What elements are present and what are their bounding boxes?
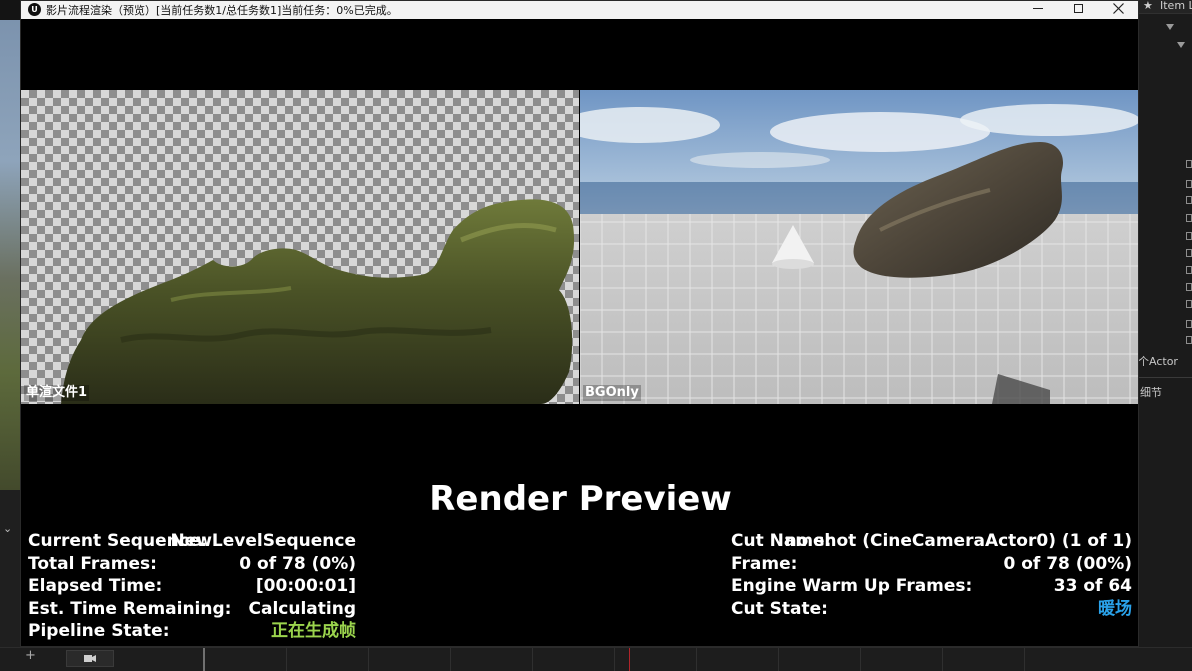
stat-label: Engine Warm Up Frames: [731,576,973,596]
actor-icon [1186,320,1192,328]
timeline-tick [1024,648,1025,671]
outliner-column-label[interactable]: Item L [1160,0,1192,12]
actor-icon [1186,300,1192,308]
cut-state-value: 暖场 [1098,598,1132,619]
actor-icon [1186,249,1192,257]
star-icon[interactable]: ★ [1143,0,1153,12]
stat-label: Pipeline State: [28,621,170,641]
preview-pane-render-layer: 单渲文件1 [21,90,579,404]
actor-icon [1186,336,1192,344]
stat-value: NewLevelSequence [170,531,356,551]
pane-label: BGOnly [583,385,641,401]
timeline-tick [614,648,615,671]
timeline-tick [942,648,943,671]
window-title: 影片流程渲染（预览）[当前任务数1/总任务数1]当前任务：0%已完成。 [46,4,398,17]
timeline-tick [860,648,861,671]
timeline-marker[interactable] [203,648,205,671]
expand-arrow-icon[interactable] [1166,24,1174,30]
preview-pane-bgonly: BGOnly [580,90,1138,404]
editor-left-strip [0,490,22,671]
stat-row: Pipeline State: 正在生成帧 [28,620,356,643]
stat-value: 0 of 78 (00%) [1003,553,1132,574]
outliner-panel [1138,0,1192,671]
stat-label: Elapsed Time: [28,576,163,596]
scene-render-image [580,90,1138,404]
stat-value: 0 of 78 (0%) [239,553,356,574]
actor-icon [1186,232,1192,240]
add-track-icon[interactable]: + [25,648,36,663]
unreal-logo-icon: U [28,3,41,16]
timeline-tick [368,648,369,671]
stat-row: Current Sequence: NewLevelSequence [28,530,356,553]
stat-row: Cut State: 暖场 [731,598,1132,621]
actor-icon [1186,214,1192,222]
pipeline-state-value: 正在生成帧 [271,621,356,641]
stat-row: Cut Name: no shot (CineCameraActor0) (1 … [731,530,1132,553]
camera-icon [84,655,96,662]
stat-row: Engine Warm Up Frames: 33 of 64 [731,575,1132,598]
rock-render-image [61,199,575,404]
pane-label: 单渲文件1 [24,385,90,401]
stat-row: Elapsed Time: [00:00:01] [28,575,356,598]
stat-row: Frame: 0 of 78 (00%) [731,553,1132,576]
close-icon [1112,2,1124,14]
left-stats: Current Sequence: NewLevelSequence Total… [28,530,356,643]
stat-label: Cut State: [731,598,828,619]
camera-button[interactable] [66,650,114,667]
desktop: ⌄ ★ Item L 个Actor 细节 + U 影片流程渲染（预览）[当前任务… [0,0,1192,671]
timeline-tick [532,648,533,671]
stat-value: no shot (CineCameraActor0) (1 of 1) [784,531,1132,551]
actor-icon [1186,266,1192,274]
timeline-tick [286,648,287,671]
stat-value: 33 of 64 [1053,576,1132,596]
stat-row: Est. Time Remaining: Calculating [28,598,356,621]
expand-arrow-icon[interactable] [1177,42,1185,48]
minimize-button[interactable] [1018,1,1058,15]
actor-icon [1186,160,1192,168]
stat-value: Calculating [248,598,356,619]
maximize-icon [1073,3,1083,13]
details-tab[interactable]: 细节 [1140,384,1162,400]
stat-row: Total Frames: 0 of 78 (0%) [28,553,356,576]
editor-viewport-edge [0,20,22,490]
title-bar[interactable]: U 影片流程渲染（预览）[当前任务数1/总任务数1]当前任务：0%已完成。 [21,1,1138,19]
timeline-tick [450,648,451,671]
close-button[interactable] [1098,1,1138,15]
stat-label: Est. Time Remaining: [28,598,232,619]
panel-divider [1138,377,1192,378]
render-preview-window: U 影片流程渲染（预览）[当前任务数1/总任务数1]当前任务：0%已完成。 单渲… [20,0,1139,647]
actor-icon [1186,180,1192,188]
right-stats: Cut Name: no shot (CineCameraActor0) (1 … [731,530,1132,620]
playhead[interactable] [629,648,630,671]
minimize-icon [1033,7,1043,9]
stat-label: Frame: [731,553,798,574]
timeline-tick [778,648,779,671]
stat-label: Total Frames: [28,553,157,574]
chevron-down-icon[interactable]: ⌄ [3,522,12,535]
render-preview-title: Render Preview [429,479,732,519]
actor-count-label: 个Actor [1138,355,1178,368]
actor-icon [1186,283,1192,291]
actor-icon [1186,196,1192,204]
stat-value: [00:00:01] [255,576,356,596]
sequencer-timeline [0,647,1192,671]
timeline-tick [696,648,697,671]
maximize-button[interactable] [1058,1,1098,15]
